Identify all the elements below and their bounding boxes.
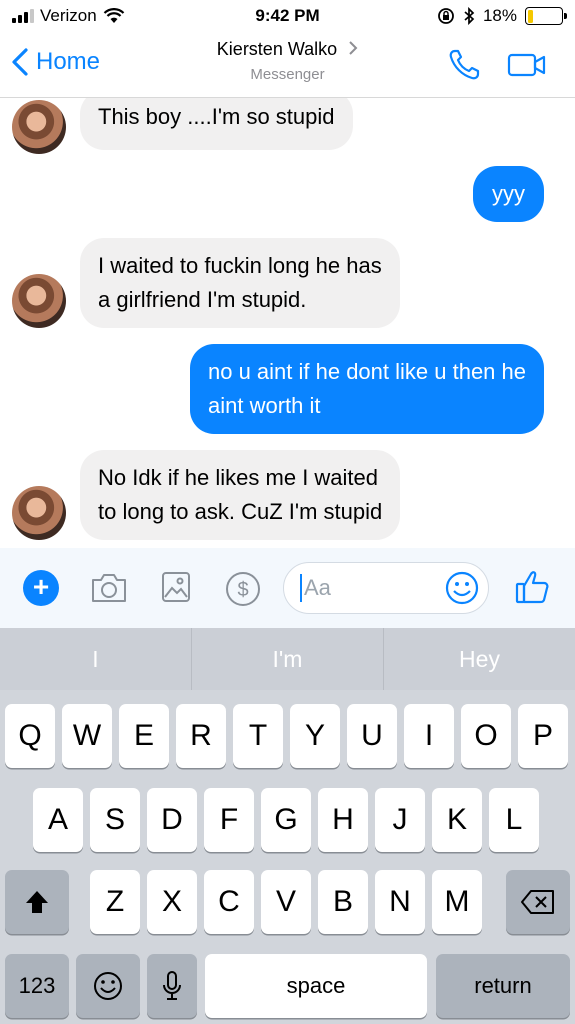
return-key-label: return: [474, 973, 532, 998]
message-line: no u aint if he dont like u then he: [207, 359, 526, 384]
key-f[interactable]: F: [204, 788, 254, 852]
input-placeholder: Aa: [304, 575, 331, 600]
carrier-label: Verizon: [40, 6, 97, 25]
key-r[interactable]: R: [176, 704, 226, 768]
numbers-key-label: 123: [18, 973, 56, 998]
message-incoming[interactable]: I waited to fuckin long he has a girlfri…: [80, 238, 400, 328]
phone-icon[interactable]: [447, 48, 481, 82]
prediction-item[interactable]: I: [0, 628, 192, 690]
key-o[interactable]: O: [461, 704, 511, 768]
microphone-icon: [163, 971, 181, 1000]
chevron-right-icon: [349, 41, 358, 55]
status-left: Verizon: [12, 6, 125, 26]
conversation-header: Home Kiersten Walko Messenger: [0, 32, 575, 98]
battery-level: [527, 9, 534, 23]
video-camera-icon[interactable]: [507, 52, 547, 78]
key-l[interactable]: L: [489, 788, 539, 852]
key-j[interactable]: J: [375, 788, 425, 852]
message-line: yyy: [492, 181, 525, 206]
emoji-icon: [94, 972, 122, 1000]
key-p[interactable]: P: [518, 704, 568, 768]
key-c[interactable]: C: [204, 870, 254, 934]
key-m[interactable]: M: [432, 870, 482, 934]
thumbs-up-icon[interactable]: [514, 568, 550, 606]
camera-icon[interactable]: [90, 572, 128, 604]
return-key[interactable]: return: [436, 954, 570, 1018]
shift-key[interactable]: [5, 870, 69, 934]
shift-icon: [26, 891, 48, 913]
avatar[interactable]: [12, 100, 66, 154]
key-k[interactable]: K: [432, 788, 482, 852]
header-actions: [447, 48, 547, 82]
svg-text:$: $: [237, 579, 248, 601]
composer-bar: + $ Aa: [0, 548, 575, 628]
message-outgoing[interactable]: no u aint if he dont like u then he aint…: [189, 344, 544, 434]
key-h[interactable]: H: [318, 788, 368, 852]
numbers-key[interactable]: 123: [5, 954, 69, 1018]
message-line: I waited to fuckin long he has: [98, 253, 382, 278]
message-line: a girlfriend I'm stupid.: [98, 287, 307, 312]
contact-name: Kiersten Walko: [216, 39, 338, 59]
prediction-item[interactable]: Hey: [384, 628, 575, 690]
status-bar: Verizon 9:42 PM 18%: [0, 0, 575, 32]
message-list[interactable]: This boy ....I'm so stupid yyy I waited …: [0, 98, 575, 544]
key-y[interactable]: Y: [290, 704, 340, 768]
key-q[interactable]: Q: [5, 704, 55, 768]
space-key-label: space: [286, 973, 346, 998]
predictive-bar: I I'm Hey: [0, 628, 575, 690]
avatar[interactable]: [12, 274, 66, 328]
emoji-icon[interactable]: [444, 570, 480, 606]
key-i[interactable]: I: [404, 704, 454, 768]
key-s[interactable]: S: [90, 788, 140, 852]
space-key[interactable]: space: [205, 954, 427, 1018]
battery-percent: 18%: [482, 6, 517, 25]
message-incoming[interactable]: No Idk if he likes me I waited to long t…: [80, 450, 401, 540]
key-b[interactable]: B: [318, 870, 368, 934]
key-g[interactable]: G: [261, 788, 311, 852]
battery-icon: [525, 7, 567, 25]
dollar-icon[interactable]: $: [224, 570, 262, 608]
status-right: 18%: [437, 6, 567, 26]
key-v[interactable]: V: [261, 870, 311, 934]
message-line: aint worth it: [207, 393, 321, 418]
keyboard: I I'm Hey QWERTYUIOPASDFGHJKLZXCVBNM 123…: [0, 628, 575, 1024]
plus-icon[interactable]: +: [23, 570, 59, 606]
clock: 9:42 PM: [255, 6, 320, 25]
image-icon[interactable]: [160, 570, 192, 604]
key-d[interactable]: D: [147, 788, 197, 852]
wifi-icon: [103, 8, 124, 23]
backspace-icon: [521, 890, 554, 914]
message-incoming[interactable]: This boy ....I'm so stupid: [80, 98, 353, 150]
text-caret: [300, 574, 302, 602]
bluetooth-icon: [464, 7, 475, 25]
key-n[interactable]: N: [375, 870, 425, 934]
key-z[interactable]: Z: [90, 870, 140, 934]
emoji-keyboard-key[interactable]: [76, 954, 140, 1018]
prediction-item[interactable]: I'm: [192, 628, 384, 690]
signal-icon: [12, 9, 34, 23]
key-u[interactable]: U: [347, 704, 397, 768]
avatar[interactable]: [12, 486, 66, 540]
delete-key[interactable]: [506, 870, 570, 934]
key-w[interactable]: W: [62, 704, 112, 768]
message-outgoing[interactable]: yyy: [473, 166, 544, 222]
message-line: No Idk if he likes me I waited: [98, 465, 379, 490]
message-line: This boy ....I'm so stupid: [98, 104, 335, 129]
message-line: to long to ask. CuZ I'm stupid: [98, 499, 383, 524]
key-e[interactable]: E: [119, 704, 169, 768]
dictation-key[interactable]: [147, 954, 197, 1018]
orientation-lock-icon: [438, 8, 454, 24]
key-a[interactable]: A: [33, 788, 83, 852]
key-x[interactable]: X: [147, 870, 197, 934]
key-t[interactable]: T: [233, 704, 283, 768]
